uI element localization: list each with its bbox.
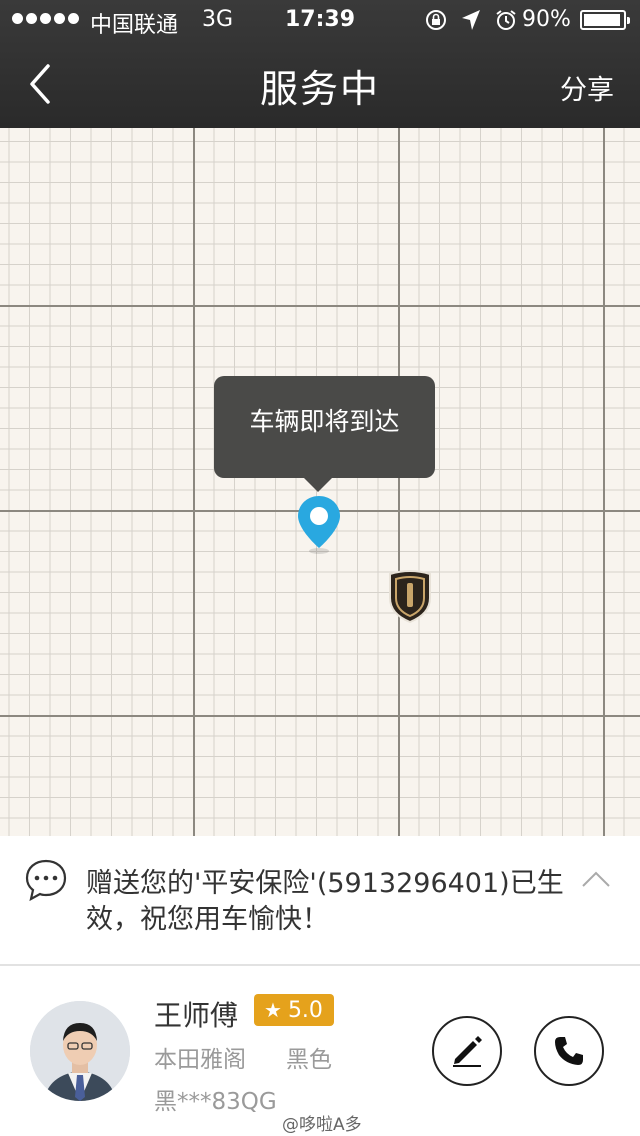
insurance-notice[interactable]: 赠送您的'平安保险'(5913296401)已生效，祝您用车愉快！: [0, 836, 640, 966]
call-button[interactable]: [534, 1016, 604, 1086]
location-arrow-icon: [462, 10, 480, 30]
chat-bubble-icon: [25, 859, 67, 902]
status-bar: 中国联通 3G 17:39 90%: [0, 0, 640, 40]
pencil-icon: [453, 1036, 482, 1067]
edit-button[interactable]: [432, 1016, 502, 1086]
phone-icon: [555, 1037, 583, 1065]
chevron-up-icon[interactable]: [580, 868, 612, 890]
battery-percent: 90%: [522, 7, 571, 32]
map-view[interactable]: 车辆即将到达: [0, 128, 640, 836]
arrival-callout: 车辆即将到达: [214, 376, 435, 492]
watermark: @哆啦A多: [282, 1115, 362, 1135]
rating-value: 5.0: [287, 998, 323, 1023]
star-icon: ★: [264, 998, 282, 1022]
location-pin-icon: [298, 496, 340, 554]
driver-avatar[interactable]: [30, 1001, 130, 1101]
rating-badge: ★ 5.0: [254, 994, 334, 1026]
driver-card: 王师傅 ★ 5.0 本田雅阁 黑色 黑***83QG @哆啦A多: [0, 966, 640, 1136]
car-model: 本田雅阁: [154, 1047, 246, 1073]
rotation-lock-icon: [426, 10, 446, 30]
notice-text: 赠送您的'平安保险'(5913296401)已生效，祝您用车愉快！: [86, 868, 564, 935]
page-title: 服务中: [259, 67, 380, 111]
driver-name: 王师傅: [154, 999, 239, 1032]
battery-icon: [580, 10, 630, 30]
top-bar: 中国联通 3G 17:39 90% 服务中 分享: [0, 0, 640, 128]
share-button[interactable]: 分享: [560, 68, 614, 107]
driver-photo: [30, 1001, 130, 1101]
license-plate: 黑***83QG: [154, 1089, 277, 1115]
alarm-icon: [496, 10, 516, 30]
car-marker-icon: [389, 570, 431, 624]
car-color: 黑色: [286, 1047, 332, 1073]
